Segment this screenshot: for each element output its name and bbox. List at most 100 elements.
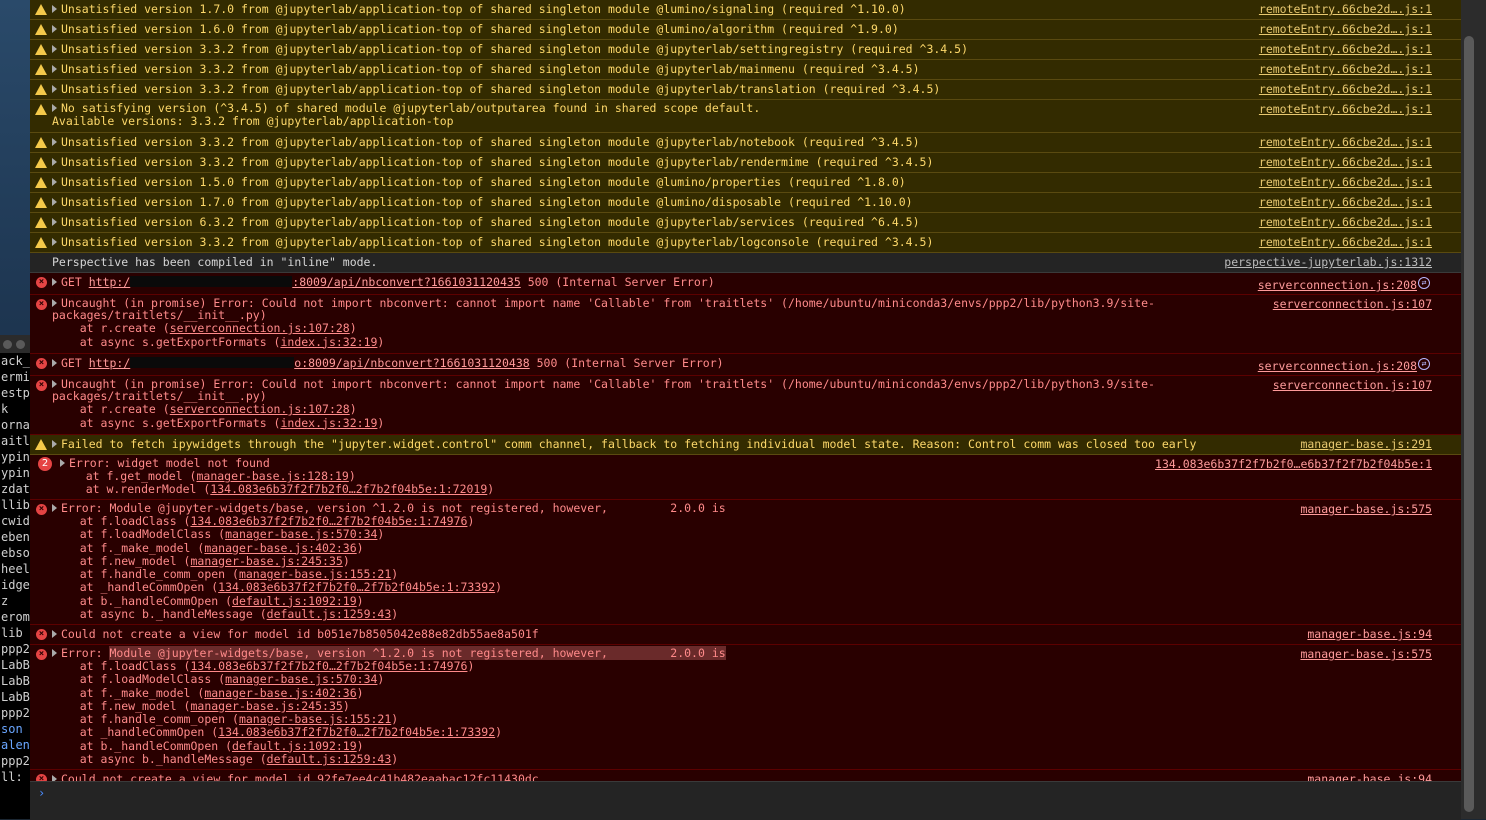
expand-triangle-icon[interactable] — [52, 440, 57, 448]
console-warning-row[interactable]: Unsatisfied version 3.3.2 from @jupyterl… — [30, 60, 1461, 80]
console-warning-row[interactable]: Unsatisfied version 3.3.2 from @jupyterl… — [30, 233, 1461, 253]
expand-triangle-icon[interactable] — [52, 359, 57, 367]
console-warning-ipywidgets[interactable]: Failed to fetch ipywidgets through the "… — [30, 435, 1461, 455]
expand-triangle-icon[interactable] — [52, 238, 57, 246]
expand-triangle-icon[interactable] — [52, 380, 57, 388]
console-warning-row[interactable]: Unsatisfied version 1.5.0 from @jupyterl… — [30, 173, 1461, 193]
console-warning-row[interactable]: Unsatisfied version 3.3.2 from @jupyterl… — [30, 153, 1461, 173]
console-warning-row[interactable]: Unsatisfied version 1.6.0 from @jupyterl… — [30, 20, 1461, 40]
stack-link[interactable]: manager-base.js:402:36 — [204, 541, 356, 555]
warning-icon — [35, 217, 47, 228]
console-error-uncaught-1[interactable]: × Uncaught (in promise) Error: Could not… — [30, 295, 1461, 354]
source-link[interactable]: remoteEntry.66cbe2d….js:1 — [1259, 20, 1432, 39]
source-link[interactable]: manager-base.js:291 — [1300, 435, 1432, 454]
expand-triangle-icon[interactable] — [52, 504, 57, 512]
terminal-line: aitl — [1, 434, 30, 448]
console-prompt-input[interactable]: › — [30, 781, 1461, 820]
stack-link[interactable]: 134.083e6b37f2f7b2f0…2f7b2f04b5e:1:73392 — [218, 580, 495, 594]
console-error-get-1[interactable]: × GET http:/:8009/api/nbconvert?16610311… — [30, 273, 1461, 295]
source-link[interactable]: remoteEntry.66cbe2d….js:1 — [1259, 100, 1432, 119]
source-link[interactable]: remoteEntry.66cbe2d….js:1 — [1259, 80, 1432, 99]
console-warning-row[interactable]: Unsatisfied version 1.7.0 from @jupyterl… — [30, 0, 1461, 20]
source-link[interactable]: 134.083e6b37f2f7b2f0…e6b37f2f7b2f04b5e:1 — [1155, 455, 1432, 474]
devtools-console: Unsatisfied version 1.7.0 from @jupyterl… — [30, 0, 1461, 819]
expand-triangle-icon[interactable] — [52, 85, 57, 93]
warning-icon — [35, 104, 47, 115]
source-link[interactable]: remoteEntry.66cbe2d….js:1 — [1259, 193, 1432, 212]
expand-triangle-icon[interactable] — [52, 218, 57, 226]
stack-link[interactable]: manager-base.js:570:34 — [225, 527, 377, 541]
stack-link[interactable]: manager-base.js:402:36 — [204, 686, 356, 700]
source-link[interactable]: remoteEntry.66cbe2d….js:1 — [1259, 153, 1432, 172]
console-error-module-not-registered-2[interactable]: × Error: Module @jupyter-widgets/base, v… — [30, 645, 1461, 770]
console-error-module-not-registered-1[interactable]: × Error: Module @jupyter-widgets/base, v… — [30, 500, 1461, 625]
expand-triangle-icon[interactable] — [52, 138, 57, 146]
console-error-uncaught-2[interactable]: × Uncaught (in promise) Error: Could not… — [30, 376, 1461, 435]
stack-link[interactable]: manager-base.js:570:34 — [225, 672, 377, 686]
console-warning-row[interactable]: Unsatisfied version 6.3.2 from @jupyterl… — [30, 213, 1461, 233]
source-link[interactable]: remoteEntry.66cbe2d….js:1 — [1259, 0, 1432, 19]
source-link[interactable]: remoteEntry.66cbe2d….js:1 — [1259, 40, 1432, 59]
source-link[interactable]: serverconnection.js:208 — [1258, 276, 1417, 295]
expand-triangle-icon[interactable] — [52, 649, 57, 657]
source-link[interactable]: remoteEntry.66cbe2d….js:1 — [1259, 213, 1432, 232]
expand-triangle-icon[interactable] — [52, 278, 57, 286]
stack-trace: at f.loadClass (134.083e6b37f2f7b2f0…2f7… — [30, 514, 1461, 621]
terminal-line: ll: — [1, 770, 23, 784]
stack-link[interactable]: index.js:32:19 — [280, 335, 377, 349]
console-warning-no-satisfying[interactable]: No satisfying version (^3.4.5) of shared… — [30, 100, 1461, 133]
source-link[interactable]: manager-base.js:575 — [1300, 645, 1432, 664]
source-link[interactable]: perspective-jupyterlab.js:1312 — [1224, 253, 1432, 272]
request-url[interactable]: http:/o:8009/api/nbconvert?1661031120438 — [89, 356, 530, 370]
network-panel-icon[interactable]: ⇄ — [1418, 358, 1430, 370]
network-panel-icon[interactable]: ⇄ — [1418, 277, 1430, 289]
source-link[interactable]: serverconnection.js:208 — [1258, 357, 1417, 376]
expand-triangle-icon[interactable] — [52, 158, 57, 166]
expand-triangle-icon[interactable] — [52, 198, 57, 206]
source-link[interactable]: manager-base.js:94 — [1307, 625, 1432, 644]
source-link[interactable]: remoteEntry.66cbe2d….js:1 — [1259, 60, 1432, 79]
stack-link[interactable]: manager-base.js:245:35 — [190, 554, 342, 568]
stack-link[interactable]: 134.083e6b37f2f7b2f0…2f7b2f04b5e:1:72019 — [210, 482, 487, 496]
expand-triangle-icon[interactable] — [52, 630, 57, 638]
expand-triangle-icon[interactable] — [52, 104, 57, 112]
warning-icon — [35, 157, 47, 168]
source-link[interactable]: remoteEntry.66cbe2d….js:1 — [1259, 133, 1432, 152]
expand-triangle-icon[interactable] — [52, 65, 57, 73]
console-warning-row[interactable]: Unsatisfied version 3.3.2 from @jupyterl… — [30, 40, 1461, 60]
expand-triangle-icon[interactable] — [52, 5, 57, 13]
request-url[interactable]: http:/:8009/api/nbconvert?1661031120435 — [89, 275, 521, 289]
console-warning-row[interactable]: Unsatisfied version 3.3.2 from @jupyterl… — [30, 133, 1461, 153]
console-error-view-1[interactable]: × Could not create a view for model id b… — [30, 625, 1461, 645]
stack-link[interactable]: default.js:1259:43 — [267, 607, 392, 621]
stack-link[interactable]: manager-base.js:245:35 — [190, 699, 342, 713]
stack-link[interactable]: 134.083e6b37f2f7b2f0…2f7b2f04b5e:1:74976 — [190, 659, 467, 673]
stack-link[interactable]: index.js:32:19 — [280, 416, 377, 430]
console-warning-row[interactable]: Unsatisfied version 1.7.0 from @jupyterl… — [30, 193, 1461, 213]
stack-link[interactable]: 134.083e6b37f2f7b2f0…2f7b2f04b5e:1:73392 — [218, 725, 495, 739]
source-link[interactable]: remoteEntry.66cbe2d….js:1 — [1259, 233, 1432, 252]
source-link[interactable]: manager-base.js:575 — [1300, 500, 1432, 519]
console-error-widget-not-found[interactable]: 2 Error: widget model not found at f.get… — [30, 455, 1461, 500]
stack-link[interactable]: default.js:1259:43 — [267, 752, 392, 766]
stack-link[interactable]: default.js:1092:19 — [232, 739, 357, 753]
scrollbar-thumb[interactable] — [1464, 36, 1474, 812]
expand-triangle-icon[interactable] — [52, 45, 57, 53]
stack-frame: at f._make_model (manager-base.js:402:36… — [52, 540, 364, 555]
stack-link[interactable]: default.js:1092:19 — [232, 594, 357, 608]
source-link[interactable]: serverconnection.js:107 — [1273, 376, 1432, 395]
expand-triangle-icon[interactable] — [52, 299, 57, 307]
expand-triangle-icon[interactable] — [52, 178, 57, 186]
expand-triangle-icon[interactable] — [52, 25, 57, 33]
stack-link[interactable]: manager-base.js:128:19 — [196, 469, 348, 483]
stack-link[interactable]: 134.083e6b37f2f7b2f0…2f7b2f04b5e:1:74976 — [190, 514, 467, 528]
console-error-get-2[interactable]: × GET http:/o:8009/api/nbconvert?1661031… — [30, 354, 1461, 376]
source-link[interactable]: serverconnection.js:107 — [1273, 295, 1432, 314]
stack-link[interactable]: serverconnection.js:107:28 — [170, 402, 350, 416]
stack-link[interactable]: manager-base.js:155:21 — [239, 567, 391, 581]
stack-link[interactable]: manager-base.js:155:21 — [239, 712, 391, 726]
console-warning-row[interactable]: Unsatisfied version 3.3.2 from @jupyterl… — [30, 80, 1461, 100]
source-link[interactable]: remoteEntry.66cbe2d….js:1 — [1259, 173, 1432, 192]
expand-triangle-icon[interactable] — [60, 459, 65, 467]
stack-link[interactable]: serverconnection.js:107:28 — [170, 321, 350, 335]
